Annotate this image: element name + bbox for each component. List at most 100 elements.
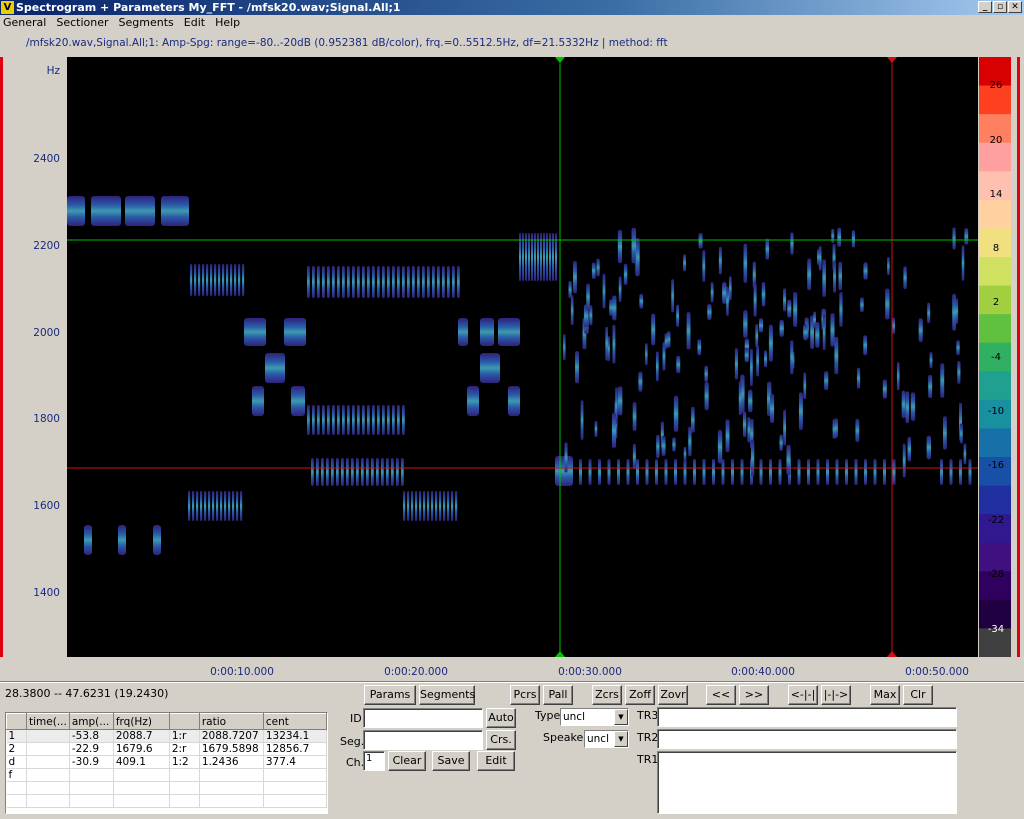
spectral-tone bbox=[956, 340, 960, 356]
spectral-tone bbox=[623, 263, 628, 285]
col-header-cent[interactable]: cent bbox=[262, 713, 328, 730]
table-row[interactable]: f bbox=[6, 768, 328, 782]
cursor-handle-top[interactable] bbox=[887, 57, 897, 63]
type-select[interactable]: uncl ▼ bbox=[560, 708, 629, 726]
edit-button[interactable]: Edit bbox=[477, 751, 515, 771]
spectral-tone bbox=[238, 264, 241, 296]
tr3-field[interactable] bbox=[657, 707, 957, 727]
spectral-tone bbox=[674, 459, 677, 485]
spectral-tone bbox=[790, 340, 794, 375]
spectral-tone bbox=[236, 491, 239, 521]
spectral-tone bbox=[940, 459, 943, 485]
spectral-tone bbox=[815, 321, 820, 348]
spectral-tone bbox=[770, 393, 775, 424]
table-cell: 1679.5898 bbox=[199, 742, 264, 756]
y-tick-label: 2200 bbox=[33, 240, 60, 252]
menu-help[interactable]: Help bbox=[215, 15, 240, 30]
prev-button[interactable]: << bbox=[706, 685, 736, 705]
minimize-button[interactable]: _ bbox=[978, 1, 992, 13]
spectral-tone bbox=[206, 264, 209, 296]
pcrs-button[interactable]: Pcrs bbox=[510, 685, 540, 705]
table-cell bbox=[26, 729, 70, 743]
zovr-button[interactable]: Zovr bbox=[658, 685, 688, 705]
spectral-tone bbox=[666, 331, 671, 348]
spectral-tone bbox=[952, 227, 956, 250]
spectral-tone bbox=[84, 525, 92, 555]
clr-button[interactable]: Clr bbox=[903, 685, 933, 705]
spectral-tone bbox=[457, 266, 460, 298]
move-right-button[interactable]: |-|-> bbox=[821, 685, 851, 705]
spectral-tone bbox=[626, 459, 630, 485]
tr1-field[interactable] bbox=[657, 751, 957, 814]
table-row[interactable]: d -30.9 409.1 1:2 1.2436 377.4 bbox=[6, 755, 328, 769]
y-tick-label: 1600 bbox=[33, 500, 60, 512]
spectral-tone bbox=[427, 491, 430, 521]
max-button[interactable]: Max bbox=[870, 685, 900, 705]
col-header[interactable] bbox=[6, 713, 27, 730]
move-left-button[interactable]: <-|-| bbox=[788, 685, 818, 705]
spectral-tone bbox=[758, 318, 764, 333]
spectral-tone bbox=[902, 443, 906, 478]
spectral-tone bbox=[798, 392, 803, 430]
table-row[interactable] bbox=[6, 781, 328, 795]
col-header-time[interactable]: time(... bbox=[26, 713, 70, 730]
table-cell: 1:r bbox=[169, 729, 200, 743]
chevron-down-icon[interactable]: ▼ bbox=[614, 731, 628, 747]
table-row[interactable]: 2 -22.9 1679.6 2:r 1679.5898 12856.7 bbox=[6, 742, 328, 756]
menu-edit[interactable]: Edit bbox=[184, 15, 205, 30]
spectral-tone bbox=[224, 491, 227, 521]
tr2-field[interactable] bbox=[657, 729, 957, 749]
spectral-tone bbox=[744, 347, 749, 363]
save-button[interactable]: Save bbox=[432, 751, 470, 771]
col-header-ratio[interactable]: ratio bbox=[198, 713, 264, 730]
spectral-tone bbox=[396, 458, 399, 486]
spectral-tone bbox=[845, 459, 848, 485]
spectral-tone bbox=[807, 258, 812, 291]
spectral-tone bbox=[863, 335, 868, 356]
spectral-tone bbox=[833, 260, 836, 293]
spectral-tone bbox=[743, 243, 748, 283]
pall-button[interactable]: Pall bbox=[543, 685, 573, 705]
spectral-tone bbox=[401, 458, 404, 486]
table-row[interactable] bbox=[6, 794, 328, 808]
zcrs-button[interactable]: Zcrs bbox=[592, 685, 622, 705]
spectral-tone bbox=[419, 491, 422, 521]
colorbar-tick: 8 bbox=[992, 243, 1000, 254]
clear-button[interactable]: Clear bbox=[388, 751, 426, 771]
zoff-button[interactable]: Zoff bbox=[625, 685, 655, 705]
segment-field[interactable] bbox=[363, 730, 483, 750]
speaker-select[interactable]: uncl ▼ bbox=[584, 730, 629, 748]
chevron-down-icon[interactable]: ▼ bbox=[614, 709, 628, 725]
spectrogram-plot[interactable] bbox=[67, 57, 978, 657]
menu-general[interactable]: General bbox=[3, 15, 46, 30]
spectral-tone bbox=[366, 458, 369, 486]
cursor-handle-bottom[interactable] bbox=[887, 651, 897, 657]
channel-field[interactable]: 1 bbox=[363, 751, 385, 771]
col-header-frq[interactable]: frq(Hz) bbox=[112, 713, 170, 730]
table-cell bbox=[199, 768, 264, 782]
spectral-tone bbox=[721, 459, 725, 485]
table-cell bbox=[26, 768, 70, 782]
menu-sectioner[interactable]: Sectioner bbox=[56, 15, 108, 30]
spectral-tone bbox=[793, 291, 798, 328]
x-tick-label: 0:00:30.000 bbox=[558, 666, 622, 678]
spectral-tone bbox=[118, 525, 126, 555]
table-row[interactable]: 1 -53.8 2088.7 1:r 2088.7207 13234.1 bbox=[6, 729, 328, 743]
id-field[interactable] bbox=[363, 708, 483, 728]
table-cell bbox=[26, 781, 70, 795]
table-cell: -53.8 bbox=[69, 729, 114, 743]
next-button[interactable]: >> bbox=[739, 685, 769, 705]
cursor-handle-bottom[interactable] bbox=[555, 651, 565, 657]
spectral-tone bbox=[883, 459, 886, 485]
restore-button[interactable]: ▫ bbox=[993, 1, 1007, 13]
cursor-handle-top[interactable] bbox=[555, 57, 565, 63]
col-header-amp[interactable]: amp(... bbox=[68, 713, 114, 730]
crs-button[interactable]: Crs. bbox=[486, 730, 516, 750]
segments-button[interactable]: Segments bbox=[419, 685, 475, 705]
auto-button[interactable]: Auto bbox=[486, 708, 516, 728]
params-button[interactable]: Params bbox=[364, 685, 416, 705]
spectral-tone bbox=[443, 491, 446, 521]
col-header[interactable] bbox=[168, 713, 200, 730]
close-button[interactable]: ✕ bbox=[1008, 1, 1022, 13]
menu-segments[interactable]: Segments bbox=[119, 15, 174, 30]
